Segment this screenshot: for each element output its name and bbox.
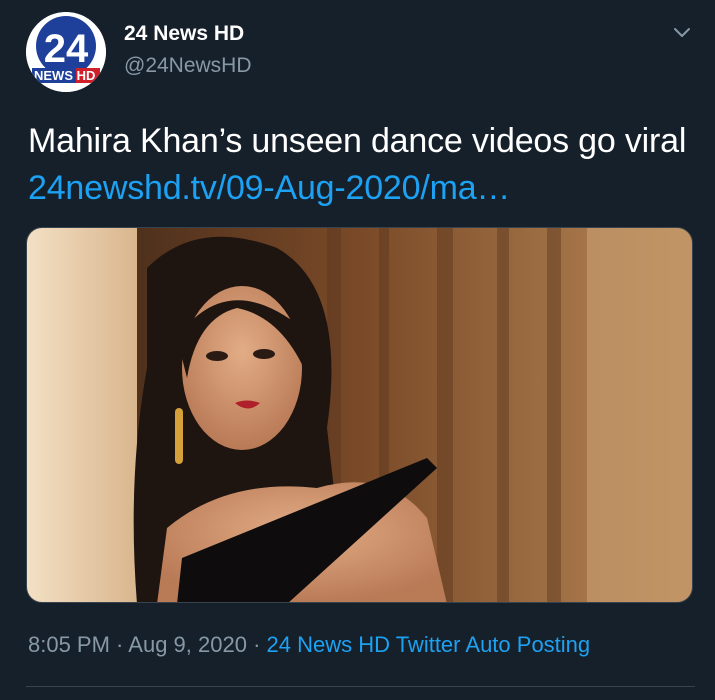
tweet-text: Mahira Khan’s unseen dance videos go vir… xyxy=(28,118,693,212)
photo-image xyxy=(27,228,692,602)
display-name[interactable]: 24 News HD xyxy=(124,21,244,47)
tweet-time[interactable]: 8:05 PM xyxy=(28,632,110,657)
news-logo-icon: 24 NEWS HD xyxy=(26,12,106,92)
tweet-link[interactable]: 24newshd.tv/09-Aug-2020/ma… xyxy=(28,169,510,207)
tweet-body: Mahira Khan’s unseen dance videos go vir… xyxy=(28,122,687,160)
meta-separator: · xyxy=(246,632,267,657)
meta-separator: · xyxy=(109,632,129,657)
tweet-card: 24 NEWS HD 24 News HD @24NewsHD Mahira K… xyxy=(0,0,715,700)
tweet-photo[interactable] xyxy=(26,227,693,603)
tweet-source-link[interactable]: 24 News HD Twitter Auto Posting xyxy=(267,632,591,657)
avatar-logo-text: 24 xyxy=(44,27,89,71)
divider xyxy=(26,686,695,687)
chevron-down-icon[interactable] xyxy=(670,20,694,44)
user-handle[interactable]: @24NewsHD xyxy=(124,53,252,79)
tweet-meta: 8:05 PM · Aug 9, 2020 · 24 News HD Twitt… xyxy=(28,630,590,660)
avatar[interactable]: 24 NEWS HD xyxy=(26,12,106,92)
avatar-banner-text: NEWS HD xyxy=(34,68,95,83)
tweet-date[interactable]: Aug 9, 2020 xyxy=(128,632,247,657)
